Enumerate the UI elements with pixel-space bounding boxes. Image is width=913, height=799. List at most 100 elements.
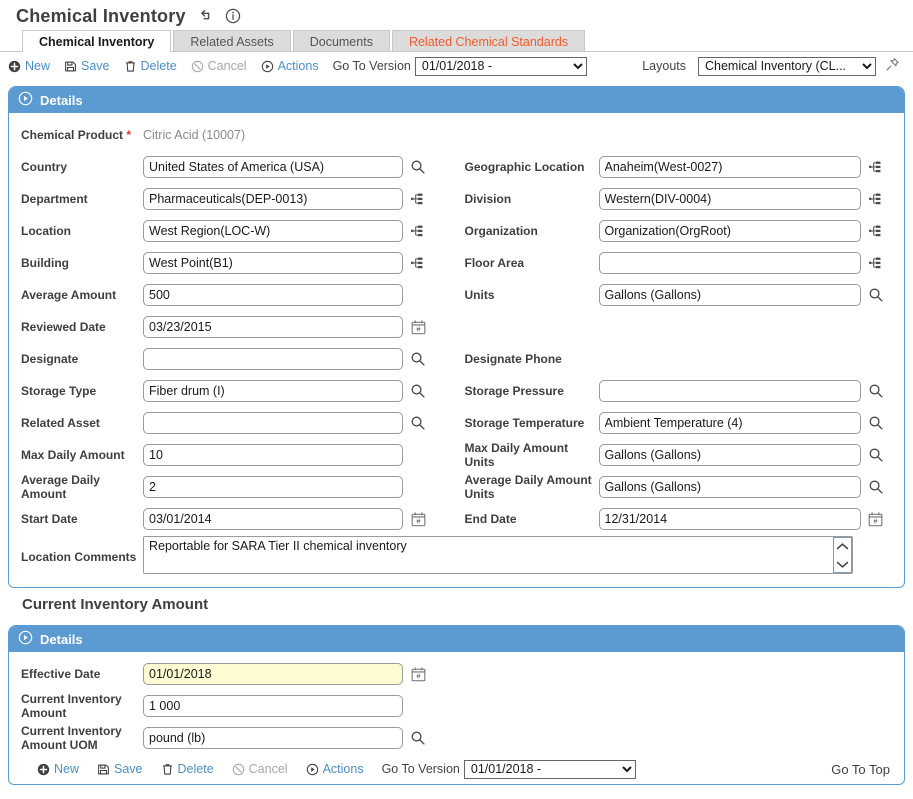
delete-button[interactable]: Delete — [124, 59, 177, 73]
tree-icon[interactable] — [861, 191, 891, 207]
division-input[interactable] — [598, 188, 861, 210]
department-input[interactable] — [143, 188, 403, 210]
search-icon[interactable] — [403, 415, 433, 431]
form-row: Average Amount Units — [9, 279, 904, 311]
field-average-amount: Average Amount — [9, 284, 457, 306]
tree-icon[interactable] — [403, 223, 433, 239]
collapse-toggle-icon[interactable] — [18, 630, 33, 648]
field-country: Country — [9, 156, 457, 178]
goto-version-label: Go To Version — [332, 59, 411, 73]
current-inventory-amount-input[interactable] — [143, 695, 403, 717]
tab-related-chemical-standards[interactable]: Related Chemical Standards — [391, 30, 586, 52]
search-icon[interactable] — [861, 287, 891, 303]
pin-icon[interactable] — [884, 56, 901, 76]
field-label: Average Daily Amount Units — [464, 473, 592, 501]
goto-version-select[interactable]: 01/01/2018 - — [414, 56, 587, 76]
tree-icon[interactable] — [861, 255, 891, 271]
delete-button-bottom[interactable]: Delete — [161, 762, 214, 776]
details-panel-2-header[interactable]: Details — [9, 626, 904, 652]
floppy-disk-icon — [64, 60, 77, 73]
field-department: Department — [9, 188, 457, 210]
search-icon[interactable] — [861, 415, 891, 431]
country-input[interactable] — [143, 156, 403, 178]
save-button-bottom[interactable]: Save — [97, 762, 143, 776]
designate-input[interactable] — [143, 348, 403, 370]
new-button[interactable]: New — [8, 59, 50, 73]
search-icon[interactable] — [861, 383, 891, 399]
tab-related-assets[interactable]: Related Assets — [173, 30, 291, 52]
actions-button[interactable]: Actions — [261, 59, 319, 73]
form-row: Average Daily Amount Average Daily Amount… — [9, 471, 904, 503]
goto-top-link[interactable]: Go To Top — [831, 762, 904, 777]
related-asset-input[interactable] — [143, 412, 403, 434]
layouts-select[interactable]: Chemical Inventory (CL... — [698, 56, 876, 76]
svg-text:#: # — [874, 517, 878, 525]
average-daily-amount-input[interactable] — [143, 476, 403, 498]
current-inventory-amount-uom-input[interactable] — [143, 727, 403, 749]
field-max-daily-amount-units: Max Daily Amount Units — [457, 441, 905, 469]
new-button-bottom[interactable]: New — [37, 762, 79, 776]
layouts-label: Layouts — [642, 59, 686, 73]
floor-area-input[interactable] — [598, 252, 861, 274]
calendar-icon[interactable]: # — [403, 666, 433, 683]
details-panel-1: Details Chemical Product * Citric Acid (… — [8, 86, 905, 588]
calendar-icon[interactable]: # — [861, 511, 891, 528]
details-panel-2-body: Effective Date # Current Inventory Amount C… — [9, 652, 904, 784]
form-rows-container-2: Effective Date # Current Inventory Amount C… — [9, 658, 904, 754]
undo-icon[interactable] — [196, 7, 214, 25]
goto-version-select-bottom[interactable]: 01/01/2018 - — [463, 759, 636, 779]
details-panel-2: Details Effective Date # Current Inventory… — [8, 625, 905, 785]
max-daily-amount-input[interactable] — [143, 444, 403, 466]
tree-icon[interactable] — [861, 159, 891, 175]
effective-date-input[interactable] — [143, 663, 403, 685]
chevron-up-icon[interactable] — [836, 538, 849, 556]
collapse-toggle-icon[interactable] — [18, 91, 33, 109]
location-input[interactable] — [143, 220, 403, 242]
reviewed-date-input[interactable] — [143, 316, 403, 338]
search-icon[interactable] — [861, 447, 891, 463]
field-label: End Date — [464, 512, 517, 526]
search-icon[interactable] — [861, 479, 891, 495]
search-icon[interactable] — [403, 730, 433, 746]
details-panel-1-body: Chemical Product * Citric Acid (10007) C… — [9, 113, 904, 587]
organization-input[interactable] — [598, 220, 861, 242]
svg-text:#: # — [416, 325, 420, 333]
chevron-down-icon[interactable] — [836, 556, 849, 574]
field-label: Reviewed Date — [21, 320, 106, 334]
tree-icon[interactable] — [403, 191, 433, 207]
search-icon[interactable] — [403, 159, 433, 175]
delete-label: Delete — [177, 762, 214, 776]
field-current-inventory-amount: Current Inventory Amount — [9, 692, 457, 720]
tree-icon[interactable] — [403, 255, 433, 271]
svg-text:#: # — [416, 517, 420, 525]
info-icon[interactable] — [224, 7, 242, 25]
search-icon[interactable] — [403, 383, 433, 399]
field-chemical-product: Chemical Product * Citric Acid (10007) — [9, 128, 457, 142]
calendar-icon[interactable]: # — [403, 319, 433, 336]
location-comments-textarea[interactable]: Reportable for SARA Tier II chemical inv… — [143, 535, 853, 574]
details-panel-1-header[interactable]: Details — [9, 87, 904, 113]
building-input[interactable] — [143, 252, 403, 274]
tab-chemical-inventory[interactable]: Chemical Inventory — [22, 30, 172, 52]
storage-type-input[interactable] — [143, 380, 403, 402]
average-daily-amount-units-input[interactable] — [598, 476, 861, 498]
storage-temperature-input[interactable] — [598, 412, 861, 434]
tab-documents[interactable]: Documents — [292, 30, 390, 52]
search-icon[interactable] — [403, 351, 433, 367]
storage-pressure-input[interactable] — [598, 380, 861, 402]
max-daily-amount-units-input[interactable] — [598, 444, 861, 466]
field-label: Storage Type — [21, 384, 97, 398]
textarea-scrollbar[interactable] — [833, 536, 852, 574]
save-button[interactable]: Save — [64, 59, 110, 73]
form-row: Effective Date # — [9, 658, 904, 690]
start-date-input[interactable] — [143, 508, 403, 530]
tree-icon[interactable] — [861, 223, 891, 239]
average-amount-input[interactable] — [143, 284, 403, 306]
units-input[interactable] — [598, 284, 861, 306]
calendar-icon[interactable]: # — [403, 511, 433, 528]
end-date-input[interactable] — [598, 508, 861, 530]
geographic-location-input[interactable] — [598, 156, 861, 178]
chemical-product-value: Citric Acid (10007) — [143, 128, 246, 142]
actions-button-bottom[interactable]: Actions — [306, 762, 364, 776]
field-label: Storage Pressure — [464, 384, 564, 398]
